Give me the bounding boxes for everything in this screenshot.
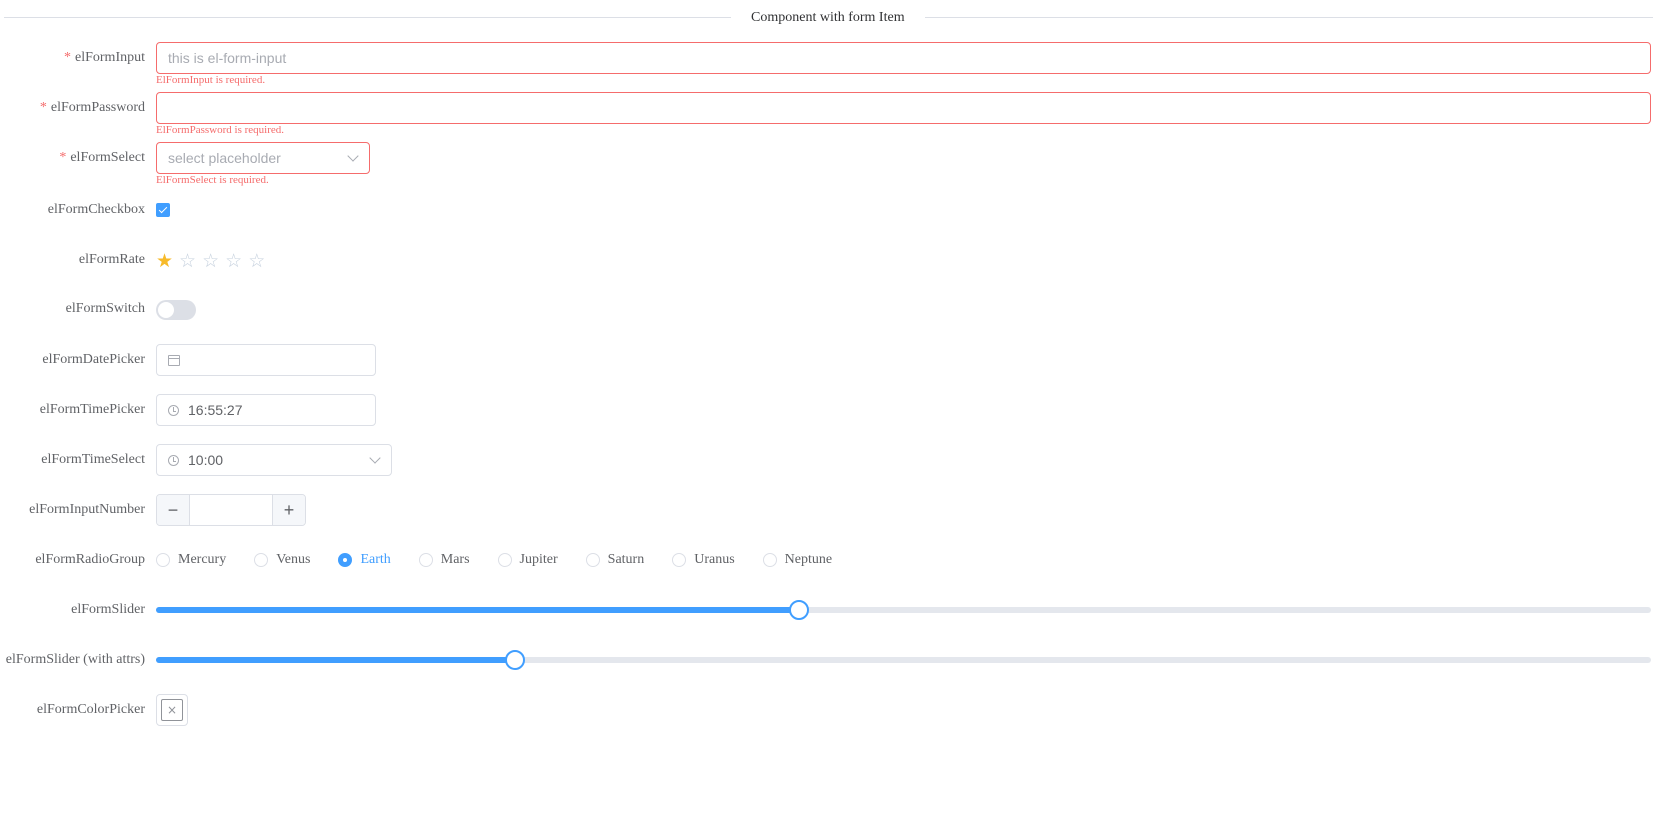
password-error: ElFormPassword is required. [156, 124, 285, 136]
number-input[interactable] [190, 495, 272, 525]
el-form-slider-attrs[interactable] [156, 650, 1651, 670]
star-outline-icon[interactable]: ☆ [225, 251, 242, 271]
slider-fill [156, 657, 515, 663]
timepicker-label: elFormTimePicker [39, 402, 145, 417]
el-form-date-picker[interactable] [156, 344, 376, 376]
radio-label: Mercury [178, 552, 227, 567]
form-item-datepicker: elFormDatePicker [0, 344, 1657, 376]
slider-fill [156, 607, 799, 613]
required-mark: * [64, 50, 71, 65]
radio-earth[interactable]: Earth [338, 552, 391, 568]
radio-mars[interactable]: Mars [418, 552, 470, 568]
el-form-time-picker[interactable]: 16:55:27 [156, 394, 376, 426]
required-mark: * [39, 100, 47, 115]
inputnumber-label: elFormInputNumber [29, 502, 145, 517]
el-form-time-select[interactable]: 10:00 [156, 444, 392, 476]
slider-label: elFormSlider [71, 602, 145, 617]
radio-uranus[interactable]: Uranus [672, 552, 735, 568]
el-form-input-field[interactable]: this is el-form-input [156, 42, 1651, 74]
el-form-switch[interactable] [156, 300, 196, 320]
radio-circle[interactable] [672, 553, 687, 567]
chevron-down-icon [369, 452, 381, 464]
radio-venus[interactable]: Venus [254, 552, 310, 568]
form-item-password: * elFormPassword ElFormPassword is requir… [0, 92, 1657, 136]
el-form-input-number: − + [156, 494, 306, 526]
switch-label: elFormSwitch [65, 301, 145, 316]
radio-label: Venus [276, 552, 311, 567]
form-item-checkbox: elFormCheckbox [0, 202, 1657, 217]
el-form-checkbox[interactable] [156, 203, 170, 217]
el-form-color-picker[interactable]: × [156, 694, 188, 726]
form-item-select: * elFormSelect select placeholder ElFormS… [0, 142, 1657, 186]
radio-label: Uranus [694, 552, 735, 567]
slider-handle[interactable] [504, 650, 525, 670]
password-label-text: elFormPassword [50, 100, 145, 115]
star-outline-icon[interactable]: ☆ [202, 251, 219, 271]
radio-circle[interactable] [762, 553, 777, 567]
radio-label: Mars [440, 552, 470, 567]
radiogroup-label: elFormRadioGroup [35, 552, 145, 567]
required-mark: * [59, 150, 67, 165]
star-icon[interactable]: ★ [156, 251, 173, 271]
select-label: * elFormSelect [59, 150, 145, 166]
checkbox-label: elFormCheckbox [47, 202, 145, 217]
timeselect-label: elFormTimeSelect [41, 452, 145, 467]
divider-title: Component with form Item [731, 9, 925, 27]
radio-saturn[interactable]: Saturn [585, 552, 645, 568]
el-form-rate[interactable]: ★ ☆ ☆ ☆ ☆ [156, 251, 265, 271]
star-outline-icon[interactable]: ☆ [248, 251, 265, 271]
datepicker-label: elFormDatePicker [42, 352, 145, 367]
password-label: * elFormPassword [40, 100, 145, 116]
radio-circle[interactable] [418, 553, 433, 567]
el-form-select[interactable]: select placeholder [156, 142, 370, 174]
close-icon: × [161, 699, 183, 721]
clock-icon [168, 404, 179, 416]
radio-jupiter[interactable]: Jupiter [497, 552, 558, 568]
el-form-slider[interactable] [156, 600, 1651, 620]
el-form-radio-group: Mercury Venus Earth Mars Jupiter Saturn … [156, 552, 860, 568]
radio-mercury[interactable]: Mercury [156, 552, 226, 568]
radio-label: Saturn [607, 552, 645, 567]
form-item-timeselect: elFormTimeSelect 10:00 [0, 444, 1657, 476]
clock-icon [168, 454, 179, 466]
radio-label: Jupiter [519, 552, 558, 567]
form-item-switch: elFormSwitch [0, 300, 1657, 320]
radio-circle[interactable] [497, 553, 512, 567]
input-placeholder: this is el-form-input [168, 50, 287, 66]
input-label-text: elFormInput [75, 50, 145, 65]
input-error: ElFormInput is required. [156, 74, 266, 86]
select-placeholder: select placeholder [168, 150, 281, 166]
radio-circle[interactable] [254, 553, 269, 567]
time-select-value: 10:00 [188, 452, 224, 468]
radio-label: Earth [360, 552, 391, 567]
time-picker-value: 16:55:27 [188, 402, 243, 418]
radio-circle[interactable] [585, 553, 600, 567]
colorpicker-label: elFormColorPicker [36, 702, 145, 717]
calendar-icon [168, 354, 180, 366]
select-error: ElFormSelect is required. [156, 174, 269, 186]
radio-label: Neptune [784, 552, 833, 567]
star-outline-icon[interactable]: ☆ [179, 251, 196, 271]
radio-neptune[interactable]: Neptune [762, 552, 833, 568]
increase-button[interactable]: + [272, 495, 305, 525]
slider-attrs-label: elFormSlider (with attrs) [5, 652, 145, 667]
el-form-password-field[interactable] [156, 92, 1651, 124]
form-item-input: * elFormInput this is el-form-input ElFor… [0, 42, 1657, 86]
decrease-button[interactable]: − [157, 495, 190, 525]
select-label-text: elFormSelect [70, 150, 145, 165]
chevron-down-icon [347, 150, 359, 162]
rate-label: elFormRate [78, 252, 145, 267]
radio-circle[interactable] [156, 553, 170, 567]
input-label: * elFormInput [64, 50, 145, 66]
slider-handle[interactable] [788, 600, 809, 620]
form-item-timepicker: elFormTimePicker 16:55:27 [0, 394, 1657, 426]
radio-circle[interactable] [338, 553, 353, 567]
